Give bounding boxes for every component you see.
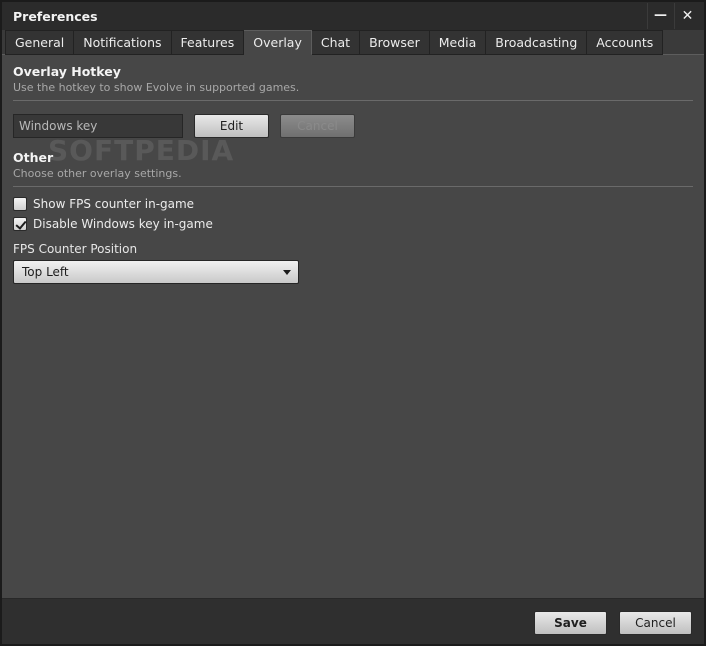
- other-title: Other: [13, 150, 54, 165]
- window-title: Preferences: [13, 9, 98, 24]
- preferences-window: Preferences — ✕ General Notifications Fe…: [0, 0, 706, 646]
- tab-features[interactable]: Features: [171, 30, 245, 55]
- close-button[interactable]: ✕: [674, 3, 700, 29]
- minimize-icon: —: [654, 8, 667, 23]
- close-icon: ✕: [681, 8, 694, 24]
- section-divider: [13, 186, 693, 187]
- fps-position-value: Top Left: [22, 265, 69, 279]
- tab-accounts[interactable]: Accounts: [587, 30, 664, 55]
- tab-media[interactable]: Media: [429, 30, 487, 55]
- tab-browser[interactable]: Browser: [360, 30, 430, 55]
- disable-windows-key-option[interactable]: Disable Windows key in-game: [13, 216, 213, 232]
- cancel-hotkey-button[interactable]: Cancel: [280, 114, 355, 138]
- save-button[interactable]: Save: [534, 611, 607, 635]
- cancel-button[interactable]: Cancel: [619, 611, 692, 635]
- show-fps-label: Show FPS counter in-game: [33, 197, 195, 211]
- overlay-hotkey-section: Overlay Hotkey Use the hotkey to show Ev…: [13, 64, 693, 101]
- tab-overlay[interactable]: Overlay: [244, 30, 312, 55]
- show-fps-checkbox[interactable]: [13, 197, 27, 211]
- disable-windows-key-label: Disable Windows key in-game: [33, 217, 213, 231]
- overlay-settings-panel: Overlay Hotkey Use the hotkey to show Ev…: [13, 64, 693, 284]
- tab-general[interactable]: General: [5, 30, 75, 55]
- minimize-button[interactable]: —: [647, 3, 673, 29]
- section-divider: [13, 100, 693, 101]
- hotkey-field[interactable]: Windows key: [13, 114, 183, 138]
- tab-list: General Notifications Features Overlay C…: [5, 30, 664, 55]
- other-section: Other Choose other overlay settings.: [13, 150, 693, 187]
- chevron-down-icon: [283, 270, 291, 275]
- tab-chat[interactable]: Chat: [311, 30, 361, 55]
- hotkey-row: Windows key Edit Cancel: [13, 114, 693, 138]
- show-fps-option[interactable]: Show FPS counter in-game: [13, 196, 194, 212]
- overlay-hotkey-description: Use the hotkey to show Evolve in support…: [13, 81, 300, 94]
- tab-bar: General Notifications Features Overlay C…: [2, 30, 704, 55]
- tab-broadcasting[interactable]: Broadcasting: [486, 30, 588, 55]
- disable-windows-key-checkbox[interactable]: [13, 217, 27, 231]
- tab-notifications[interactable]: Notifications: [74, 30, 172, 55]
- fps-position-select[interactable]: Top Left: [13, 260, 299, 284]
- fps-position-label: FPS Counter Position: [13, 242, 138, 256]
- other-description: Choose other overlay settings.: [13, 167, 182, 180]
- dialog-footer: Save Cancel: [2, 598, 704, 644]
- edit-hotkey-button[interactable]: Edit: [194, 114, 269, 138]
- title-bar: Preferences — ✕: [2, 2, 704, 30]
- overlay-hotkey-title: Overlay Hotkey: [13, 64, 121, 79]
